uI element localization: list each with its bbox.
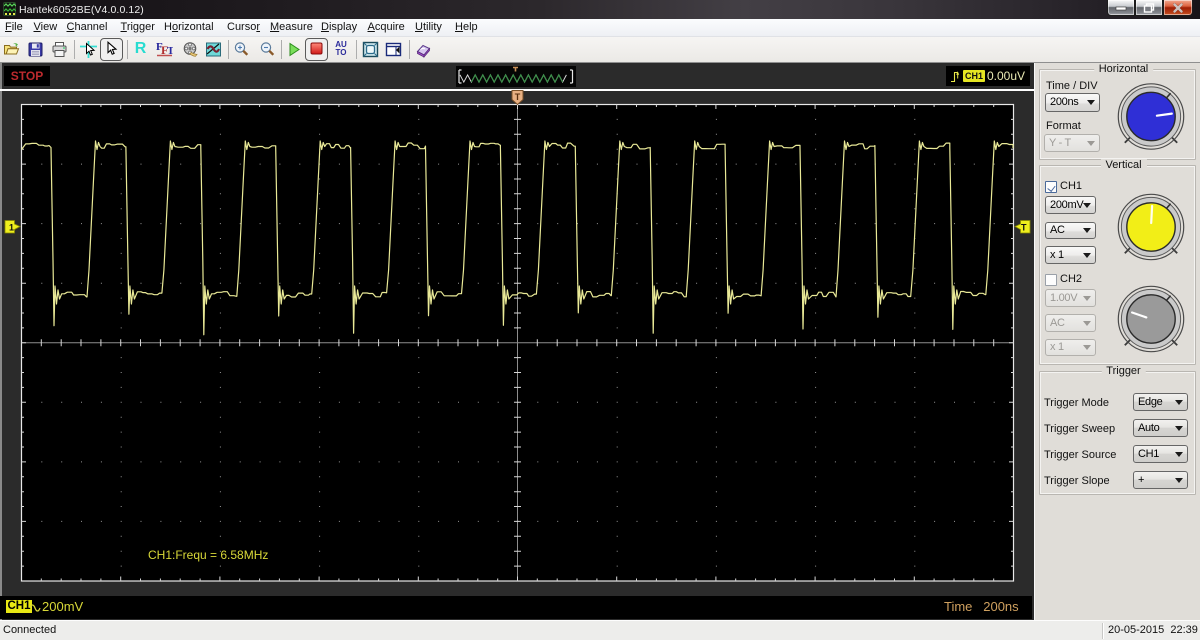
svg-text:CH1:Frequ = 6.58MHz: CH1:Frequ = 6.58MHz	[148, 548, 268, 562]
svg-text:T: T	[1021, 223, 1027, 233]
svg-text:T: T	[515, 92, 521, 102]
svg-text:1: 1	[9, 223, 14, 233]
